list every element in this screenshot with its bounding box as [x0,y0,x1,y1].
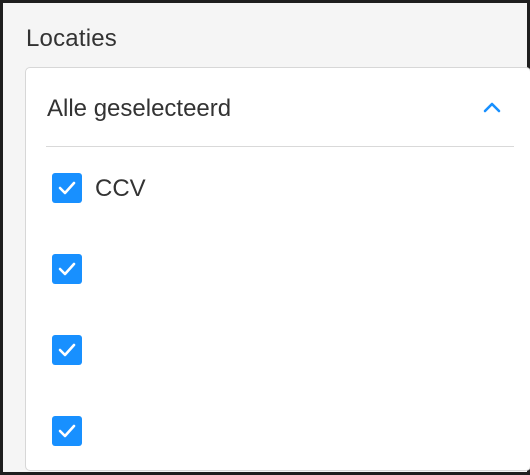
dropdown-selected-value: Alle geselecteerd [47,95,232,122]
option-3[interactable] [52,335,492,367]
check-icon [58,181,76,195]
checkbox-checked[interactable] [52,173,82,203]
option-ccv[interactable]: CCV [52,173,492,205]
locations-dropdown: Alle geselecteerd CCV [25,67,530,471]
check-icon [58,424,76,438]
locations-filter-panel: Locaties Alle geselecteerd CCV [0,0,530,475]
checkbox-checked[interactable] [52,335,82,365]
check-icon [58,343,76,357]
check-icon [58,262,76,276]
checkbox-checked[interactable] [52,254,82,284]
chevron-up-icon[interactable] [482,100,502,114]
option-label: CCV [95,175,146,202]
dropdown-divider [46,146,514,147]
checkbox-checked[interactable] [52,416,82,446]
dropdown-toggle[interactable]: Alle geselecteerd [26,68,530,148]
option-2[interactable] [52,254,492,286]
field-label: Locaties [26,25,117,52]
option-4[interactable] [52,416,492,448]
